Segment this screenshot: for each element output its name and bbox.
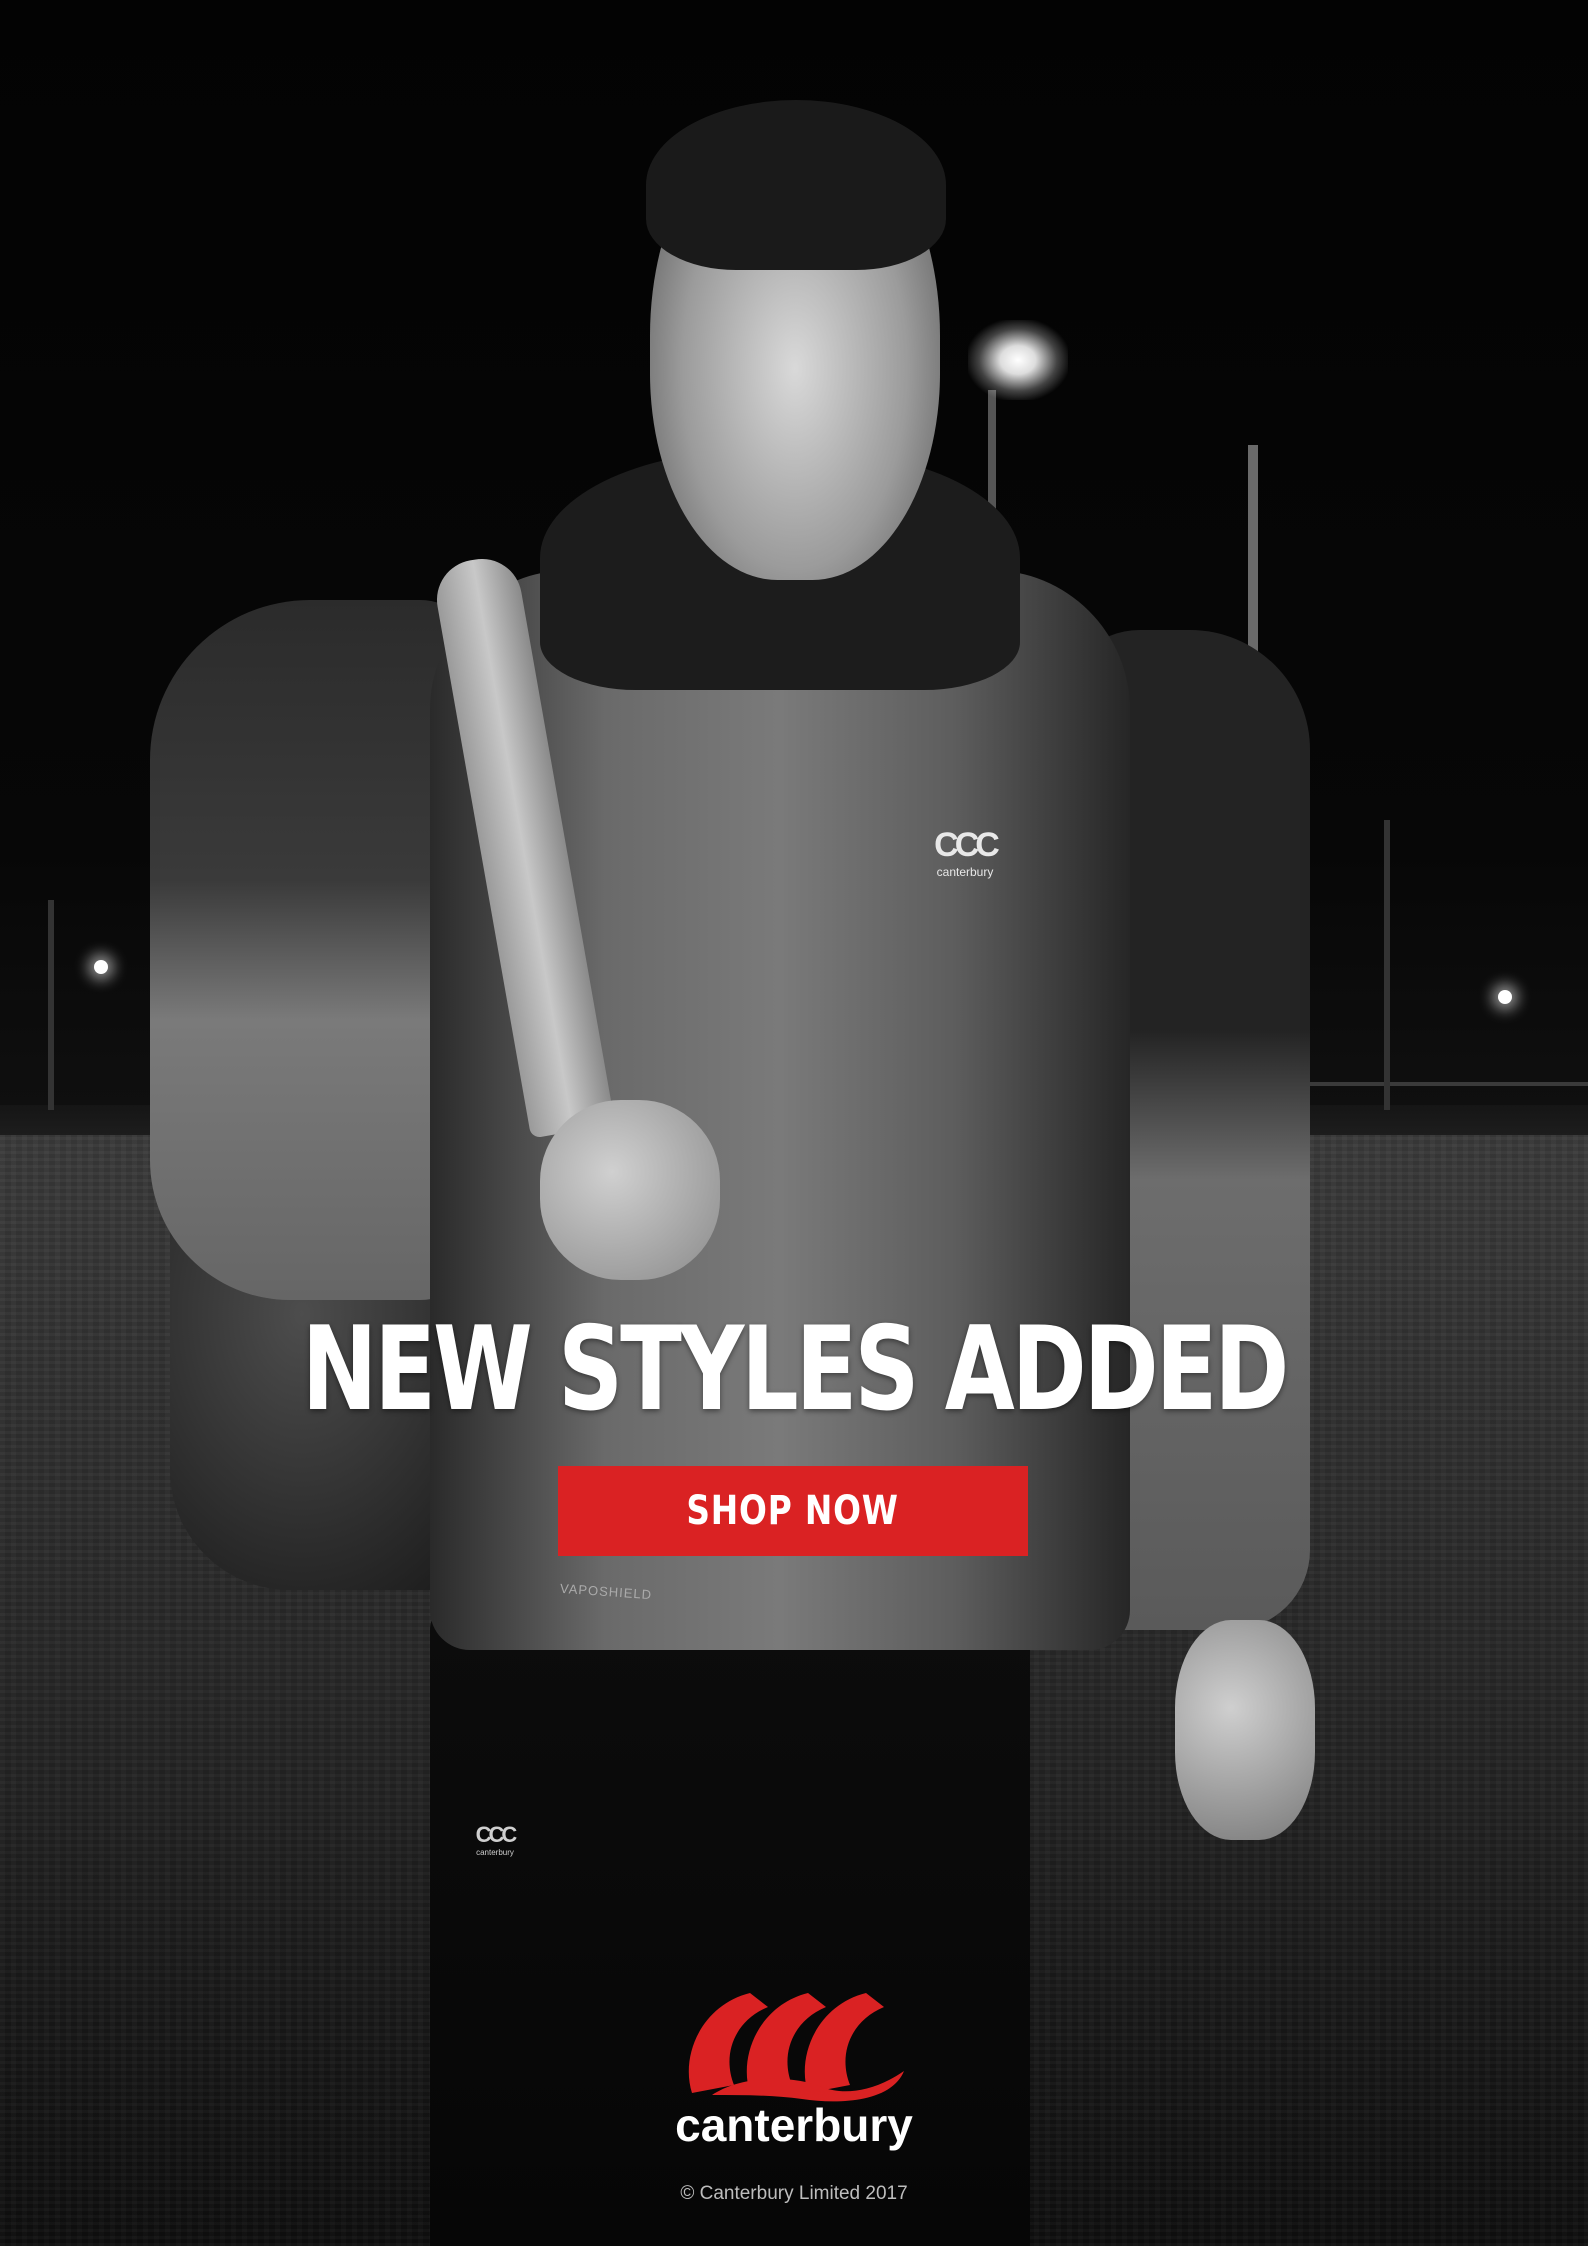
athlete-right-hand — [1175, 1620, 1315, 1840]
ccc-logo-icon — [688, 1993, 904, 2102]
copyright-notice: © Canterbury Limited 2017 — [680, 2183, 908, 2204]
ccc-logo-icon: ССС — [934, 826, 1000, 864]
shop-now-label: SHOP NOW — [686, 1488, 900, 1534]
shop-now-button[interactable]: SHOP NOW — [558, 1466, 1028, 1556]
athlete-hair — [646, 100, 946, 270]
distant-light-icon — [94, 960, 108, 974]
ccc-logo-icon: ССС — [475, 1822, 518, 1847]
hoodie-chest-logo: ССС canterbury — [920, 825, 1010, 885]
pants-logo-text: canterbury — [476, 1848, 514, 1857]
promo-banner[interactable]: ССС canterbury ССС canterbury VAPOSHIELD… — [0, 0, 1588, 2246]
chest-logo-text: canterbury — [936, 865, 994, 879]
pants-logo: ССС canterbury — [468, 1822, 522, 1858]
brand-wordmark: canterbury — [675, 2099, 913, 2151]
floodlight-icon — [968, 320, 1068, 400]
fence-post — [48, 900, 54, 1110]
athlete-left-hand — [540, 1100, 720, 1280]
headline: NEW STYLES ADDED — [301, 1302, 1290, 1437]
fence-post — [1384, 820, 1390, 1110]
distant-light-icon — [1498, 990, 1512, 1004]
